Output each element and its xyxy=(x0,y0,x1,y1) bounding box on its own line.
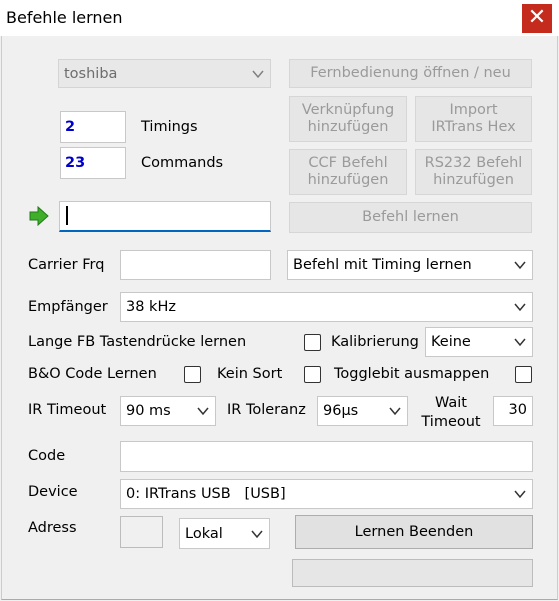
open-remote-button[interactable]: Fernbedienung öffnen / neu xyxy=(289,59,532,88)
long-press-label: Lange FB Tastendrücke lernen xyxy=(28,334,247,350)
text-cursor xyxy=(66,206,68,225)
address-input[interactable] xyxy=(120,516,163,548)
add-link-button-line2: hinzufügen xyxy=(307,119,389,135)
remote-select-value: toshiba xyxy=(64,65,118,82)
arrow-right-icon xyxy=(29,205,49,227)
bo-code-label: B&O Code Lernen xyxy=(28,366,157,382)
receiver-label: Empfänger xyxy=(28,299,108,315)
command-name-input[interactable] xyxy=(59,201,271,232)
carrier-frq-label: Carrier Frq xyxy=(28,257,105,273)
wait-timeout-label: Wait Timeout xyxy=(414,394,488,432)
wait-timeout-label-line2: Timeout xyxy=(421,414,481,430)
receiver-select-value: 38 kHz xyxy=(126,299,176,315)
device-select[interactable]: 0: IRTrans USB [USB] xyxy=(120,479,533,509)
chevron-down-icon xyxy=(197,407,209,416)
import-irtrans-button-line1: Import xyxy=(449,101,498,118)
window-title: Befehle lernen xyxy=(6,8,123,27)
calibration-select[interactable]: Keine xyxy=(425,327,533,357)
stop-learning-button[interactable]: Lernen Beenden xyxy=(295,515,533,549)
no-sort-label: Kein Sort xyxy=(217,366,283,382)
calibration-label: Kalibrierung xyxy=(331,334,419,350)
add-ccf-button[interactable]: CCF Befehl hinzufügen xyxy=(289,149,407,195)
togglebit-checkbox[interactable] xyxy=(515,366,532,383)
chevron-down-icon xyxy=(252,70,264,78)
ir-tolerance-label: IR Toleranz xyxy=(227,402,306,418)
remote-select[interactable]: toshiba xyxy=(58,59,271,88)
commands-label: Commands xyxy=(141,155,224,171)
ir-timeout-select[interactable]: 90 ms xyxy=(120,396,216,426)
code-input[interactable] xyxy=(120,441,533,472)
chevron-down-icon xyxy=(251,530,263,538)
add-rs232-button-line2: hinzufügen xyxy=(433,172,514,188)
add-ccf-button-line1: CCF Befehl xyxy=(308,154,388,171)
receiver-select[interactable]: 38 kHz xyxy=(120,292,533,322)
device-select-value: 0: IRTrans USB [USB] xyxy=(126,486,286,502)
learn-mode-select[interactable]: Befehl mit Timing lernen xyxy=(287,250,533,280)
add-rs232-button-line1: RS232 Befehl xyxy=(424,154,523,171)
close-button[interactable]: ✕ xyxy=(522,4,552,33)
chevron-down-icon xyxy=(514,303,526,312)
code-label: Code xyxy=(28,448,66,464)
timings-label: Timings xyxy=(141,119,198,135)
ir-tolerance-select[interactable]: 96µs xyxy=(317,396,408,426)
wait-timeout-label-line1: Wait xyxy=(434,395,467,411)
add-rs232-button[interactable]: RS232 Befehl hinzufügen xyxy=(415,149,532,195)
learn-mode-select-value: Befehl mit Timing lernen xyxy=(293,257,472,273)
wait-timeout-input[interactable]: 30 xyxy=(493,396,533,426)
address-label: Adress xyxy=(28,520,77,536)
togglebit-label: Togglebit ausmappen xyxy=(334,366,490,382)
address-scope-select[interactable]: Lokal xyxy=(179,518,270,549)
ir-timeout-select-value: 90 ms xyxy=(126,403,171,419)
chevron-down-icon xyxy=(514,338,526,347)
ir-timeout-label: IR Timeout xyxy=(28,402,107,418)
bo-code-checkbox[interactable] xyxy=(184,366,201,383)
carrier-frq-input[interactable] xyxy=(120,250,271,280)
chevron-down-icon xyxy=(389,407,401,416)
progress-bar xyxy=(292,559,533,587)
learn-command-button[interactable]: Befehl lernen xyxy=(289,202,532,233)
address-scope-select-value: Lokal xyxy=(185,525,223,542)
add-link-button-line1: Verknüpfung xyxy=(301,101,395,118)
ir-tolerance-select-value: 96µs xyxy=(323,403,359,419)
calibration-checkbox[interactable] xyxy=(304,334,321,351)
add-link-button[interactable]: Verknüpfung hinzufügen xyxy=(289,96,407,142)
import-irtrans-button[interactable]: Import IRTrans Hex xyxy=(415,96,532,142)
no-sort-checkbox[interactable] xyxy=(304,366,321,383)
timings-count: 2 xyxy=(60,111,126,143)
chevron-down-icon xyxy=(514,261,526,270)
chevron-down-icon xyxy=(514,490,526,499)
commands-count: 23 xyxy=(60,147,126,179)
calibration-select-value: Keine xyxy=(431,334,471,350)
import-irtrans-button-line2: IRTrans Hex xyxy=(431,119,516,135)
device-label: Device xyxy=(28,484,78,500)
add-ccf-button-line2: hinzufügen xyxy=(307,172,389,188)
